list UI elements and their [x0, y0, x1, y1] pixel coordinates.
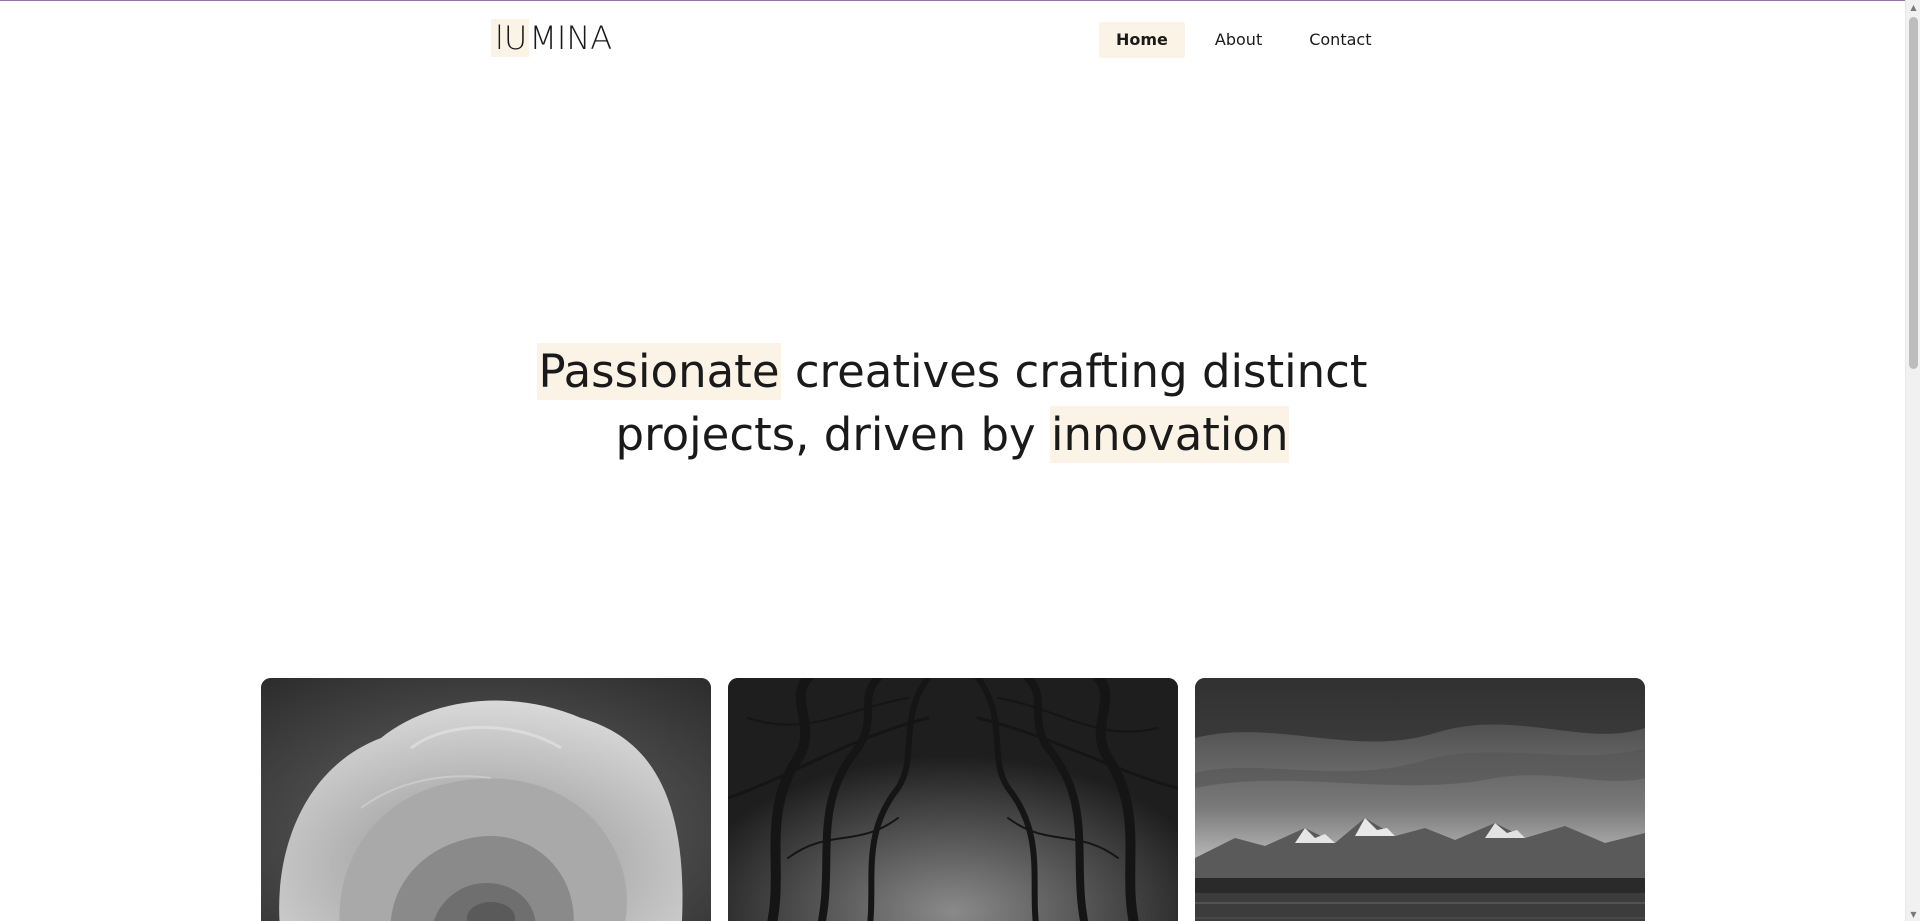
hero-highlight-innovation: innovation [1049, 406, 1290, 463]
logo-highlight: lU [491, 19, 530, 57]
hero-line-1: Passionate creatives crafting distinct [0, 340, 1905, 403]
hero-highlight-passionate: Passionate [537, 343, 781, 400]
scroll-down-arrow-icon[interactable]: ▼ [1906, 907, 1920, 921]
mountain-lake-image [1195, 678, 1645, 921]
gallery-card-forest[interactable] [728, 678, 1178, 921]
image-gallery [261, 678, 1645, 921]
site-logo[interactable]: lUMINA [491, 19, 613, 57]
forest-trees-image [728, 678, 1178, 921]
nav-contact[interactable]: Contact [1292, 22, 1388, 58]
scroll-thumb[interactable] [1909, 17, 1918, 369]
nav-home[interactable]: Home [1099, 22, 1185, 58]
hero-heading: Passionate creatives crafting distinct p… [0, 340, 1905, 466]
page-scrollbar[interactable]: ▲ ▼ [1905, 0, 1920, 921]
hero-line-2-start: projects, driven by [615, 408, 1050, 461]
nav-about[interactable]: About [1198, 22, 1279, 58]
gallery-card-mountains[interactable] [1195, 678, 1645, 921]
gallery-card-rose[interactable] [261, 678, 711, 921]
scroll-up-arrow-icon[interactable]: ▲ [1906, 0, 1920, 14]
logo-rest: MINA [529, 19, 613, 57]
hero-line-2: projects, driven by innovation [0, 403, 1905, 466]
rose-image [261, 678, 711, 921]
hero-line-1-rest: creatives crafting distinct [780, 345, 1368, 398]
main-nav: Home About Contact [1099, 22, 1401, 58]
site-header: lUMINA Home About Contact [0, 0, 1905, 80]
